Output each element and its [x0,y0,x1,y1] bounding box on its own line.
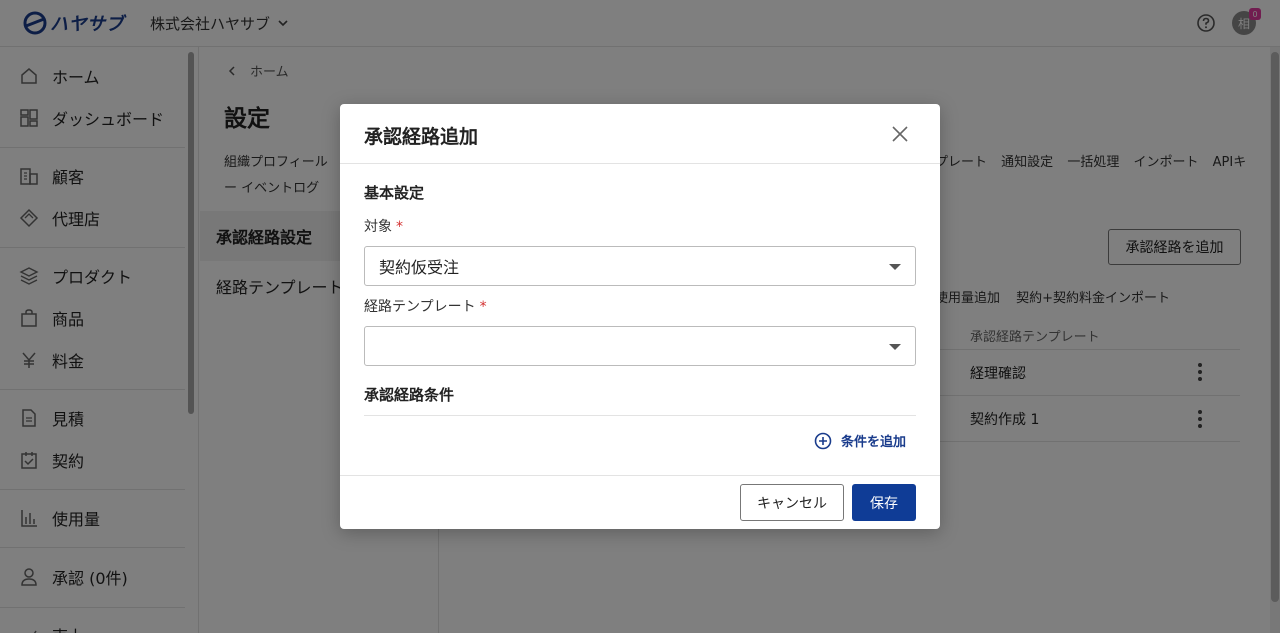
dropdown-arrow-icon [889,264,901,270]
target-label: 対象 * [364,216,403,236]
dialog-footer-divider [340,475,940,476]
required-mark: * [396,219,403,235]
conditions-divider [364,415,916,416]
target-label-text: 対象 [364,219,392,235]
add-circle-icon [814,432,832,450]
dialog-title: 承認経路追加 [364,126,479,148]
template-label: 経路テンプレート * [364,296,487,316]
required-mark: * [479,299,487,315]
route-template-select[interactable] [364,326,916,366]
template-label-text: 経路テンプレート [364,299,476,315]
cancel-button[interactable]: キャンセル [740,484,844,521]
save-button[interactable]: 保存 [852,484,916,521]
dialog-divider [340,163,940,164]
section-basic-settings: 基本設定 [364,184,425,202]
add-condition-label: 条件を追加 [841,435,907,450]
target-select-value: 契約仮受注 [379,258,460,277]
target-select[interactable]: 契約仮受注 [364,246,916,286]
close-icon[interactable] [888,122,912,146]
add-condition-button[interactable]: 条件を追加 [814,431,906,450]
section-route-conditions: 承認経路条件 [364,386,455,404]
add-approval-route-dialog: 承認経路追加 基本設定 対象 * 契約仮受注 経路テンプレート * 承認経路条件 条… [340,104,940,529]
dropdown-arrow-icon [889,344,901,350]
